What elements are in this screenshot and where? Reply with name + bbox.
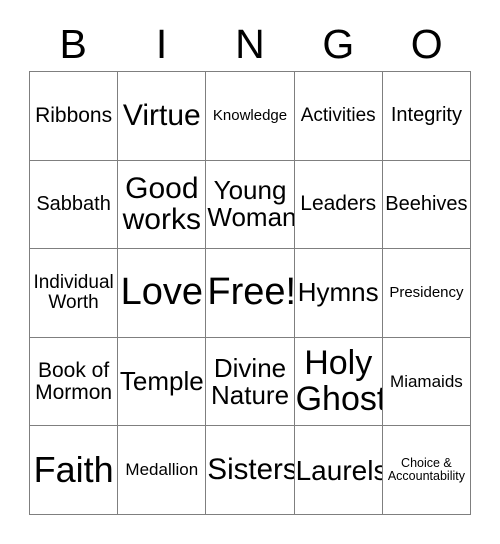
bingo-row: Individual Worth Love Free! Hymns Presid… [30, 249, 472, 338]
bingo-cell-label: Choice & Accountability [387, 456, 465, 484]
bingo-cell-label: Knowledge [212, 107, 288, 124]
bingo-cell-free-space[interactable]: Free! [206, 249, 295, 338]
bingo-header-row: B I N G O [29, 18, 471, 71]
bingo-cell-label: Divine Nature [210, 352, 290, 410]
bingo-cell[interactable]: Ribbons [30, 72, 119, 161]
bingo-cell-label: Sabbath [36, 192, 111, 215]
bingo-cell[interactable]: Beehives [382, 160, 472, 250]
bingo-cell[interactable]: Laurels [294, 426, 383, 515]
bingo-card: B I N G O Ribbons Virtue Knowledge Activ… [0, 0, 500, 544]
bingo-cell-label: Ribbons [35, 103, 113, 127]
bingo-cell-label: Presidency [389, 284, 464, 302]
bingo-cell-label: Miamaids [390, 371, 463, 391]
bingo-cell-label: Good works [122, 172, 201, 237]
bingo-cell-label: Beehives [385, 192, 468, 215]
bingo-cell-label: Young Woman [207, 175, 295, 233]
bingo-row: Ribbons Virtue Knowledge Activities Inte… [30, 72, 472, 161]
bingo-cell-label: Medallion [125, 460, 199, 480]
bingo-cell-label: Love [120, 271, 203, 314]
bingo-cell[interactable]: Virtue [118, 72, 207, 161]
bingo-cell[interactable]: Individual Worth [30, 249, 119, 338]
bingo-cell[interactable]: Holy Ghost [294, 337, 383, 427]
bingo-cell[interactable]: Hymns [294, 249, 383, 338]
bingo-cell[interactable]: Temple [118, 337, 207, 427]
bingo-header-letter-i: I [155, 21, 168, 67]
bingo-cell-label: Integrity [390, 104, 462, 127]
bingo-cell[interactable]: Medallion [118, 426, 207, 515]
bingo-header-letter-b: B [59, 21, 87, 67]
bingo-cell-label: Free! [207, 271, 295, 314]
bingo-cell-label: Activities [300, 104, 376, 126]
bingo-cell-label: Sisters [207, 452, 295, 486]
bingo-cell[interactable]: Good works [118, 160, 207, 250]
bingo-cell[interactable]: Knowledge [206, 72, 295, 161]
bingo-cell[interactable]: Sisters [206, 426, 295, 515]
bingo-cell-label: Laurels [295, 454, 383, 486]
bingo-cell-label: Individual Worth [33, 272, 114, 313]
bingo-row: Faith Medallion Sisters Laurels Choice &… [30, 426, 472, 515]
bingo-cell[interactable]: Choice & Accountability [382, 426, 472, 515]
bingo-header-letter-o: O [410, 21, 443, 67]
bingo-cell[interactable]: Sabbath [30, 160, 119, 250]
bingo-cell[interactable]: Young Woman [206, 160, 295, 250]
bingo-cell-label: Leaders [300, 192, 377, 216]
bingo-cell[interactable]: Presidency [382, 249, 472, 338]
bingo-header-letter-g: G [322, 21, 355, 67]
bingo-cell-label: Hymns [297, 277, 379, 308]
bingo-cell[interactable]: Miamaids [382, 337, 472, 427]
bingo-cell-label: Faith [33, 449, 114, 491]
bingo-cell[interactable]: Activities [294, 72, 383, 161]
bingo-cell-label: Holy Ghost [295, 344, 383, 418]
bingo-header-letter-n: N [235, 21, 265, 67]
bingo-cell[interactable]: Faith [30, 426, 119, 515]
bingo-row: Book of Mormon Temple Divine Nature Holy… [30, 337, 472, 427]
bingo-cell-label: Book of Mormon [35, 358, 113, 404]
bingo-cell[interactable]: Leaders [294, 160, 383, 250]
bingo-cell[interactable]: Integrity [382, 72, 472, 161]
bingo-cell-label: Virtue [122, 99, 201, 133]
bingo-cell-label: Temple [119, 366, 204, 397]
bingo-cell[interactable]: Book of Mormon [30, 337, 119, 427]
bingo-cell[interactable]: Love [118, 249, 207, 338]
bingo-cell[interactable]: Divine Nature [206, 337, 295, 427]
bingo-grid: Ribbons Virtue Knowledge Activities Inte… [29, 71, 472, 515]
bingo-row: Sabbath Good works Young Woman Leaders B… [30, 160, 472, 250]
